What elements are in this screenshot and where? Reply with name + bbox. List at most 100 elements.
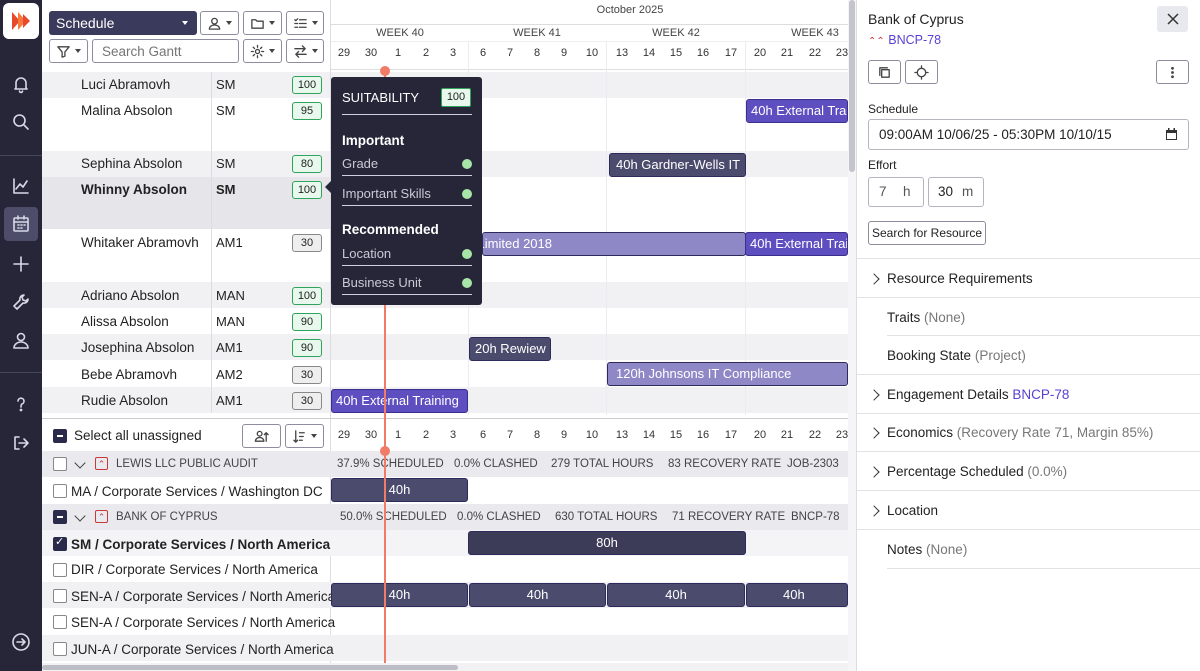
tooltip-criterion: Grade (342, 156, 472, 176)
booking-bar[interactable]: 120h Johnsons IT Compliance (607, 362, 848, 386)
group-header[interactable]: ⌃ BANK OF CYPRUS 50.0% SCHEDULED 0.0% CL… (42, 504, 848, 530)
day-tick: 15 (669, 429, 683, 441)
suitability-badge[interactable]: 30 (292, 392, 322, 410)
day-tick: 2 (422, 47, 430, 59)
requirement-label: DIR / Corporate Services / North America (71, 562, 318, 577)
sort-button[interactable] (285, 424, 324, 448)
suitability-badge[interactable]: 100 (292, 76, 322, 94)
chevron-down-icon[interactable] (74, 457, 86, 469)
day-tick: 3 (449, 429, 457, 441)
group-checkbox[interactable] (53, 457, 67, 471)
match-dot-icon (462, 189, 472, 199)
day-tick: 29 (337, 47, 351, 59)
suitability-badge[interactable]: 100 (292, 181, 322, 199)
bell-icon[interactable] (6, 69, 36, 99)
requirement-bar[interactable]: 40h (607, 583, 745, 607)
help-icon[interactable] (6, 389, 36, 419)
schedule-field[interactable]: 09:00AM 10/06/25 - 05:30PM 10/10/15 (868, 119, 1189, 150)
priority-icon: ⌃⌃ (868, 36, 885, 47)
day-tick: 21 (780, 47, 794, 59)
user-icon[interactable] (6, 325, 36, 355)
requirement-checkbox[interactable] (53, 642, 67, 656)
requirement-bar[interactable]: 40h (746, 583, 848, 607)
requirement-bar[interactable]: 40h (331, 478, 468, 502)
select-all-label: Select all unassigned (74, 428, 202, 443)
booking-bar[interactable]: 20h Rewiew (469, 337, 551, 361)
vertical-scrollbar[interactable] (848, 0, 856, 671)
close-button[interactable] (1157, 6, 1188, 32)
requirement-bar[interactable]: 80h (468, 531, 746, 555)
tooltip-arrow (325, 181, 331, 193)
chevron-right-icon (868, 505, 880, 517)
day-tick: 13 (615, 47, 629, 59)
suitability-badge[interactable]: 30 (292, 366, 322, 384)
day-ticks: 29 30 1 2 3 6 7 8 9 10 13 14 15 16 17 20 21 22 23 (0, 47, 848, 61)
panel-code-label: BNCP-78 (888, 33, 942, 47)
suitability-badge[interactable]: 80 (292, 155, 322, 173)
wrench-icon[interactable] (6, 287, 36, 317)
app-logo[interactable] (3, 3, 39, 39)
group-header[interactable]: ⌃ LEWIS LLC PUBLIC AUDIT 37.9% SCHEDULED… (42, 451, 848, 477)
group-clashed: 0.0% CLASHED (457, 511, 541, 523)
day-tick: 6 (479, 47, 487, 59)
suitability-badge[interactable]: 30 (292, 234, 322, 252)
section-label: Engagement Details BNCP-78 (887, 387, 1070, 402)
requirement-checkbox[interactable] (53, 615, 67, 629)
week-divider (606, 42, 607, 415)
suitability-badge[interactable]: 90 (292, 313, 322, 331)
effort-hours-field[interactable]: 7 h (868, 177, 924, 207)
requirement-checkbox[interactable] (53, 563, 67, 577)
booking-bar[interactable]: 40h External Training (331, 389, 468, 413)
column-divider (211, 72, 212, 413)
requirement-checkbox[interactable] (53, 589, 67, 603)
tooltip-score: 100 (441, 88, 471, 107)
suitability-badge[interactable]: 95 (292, 102, 322, 120)
resource-name: Whitaker Abramovh (81, 235, 199, 250)
match-dot-icon (462, 159, 472, 169)
more-options-button[interactable] (1156, 60, 1189, 84)
search-icon[interactable] (6, 107, 36, 137)
person-filter-button[interactable] (200, 11, 239, 35)
tooltip-section-heading: Recommended (342, 222, 439, 237)
view-select[interactable]: Schedule (49, 11, 197, 35)
requirement-checkbox[interactable]: ✓ (53, 536, 67, 551)
day-tick: 17 (724, 47, 738, 59)
assign-button[interactable] (242, 424, 281, 448)
requirement-bar[interactable]: 40h (469, 583, 606, 607)
today-marker (380, 446, 390, 456)
panel-code[interactable]: ⌃⌃ BNCP-78 (868, 33, 941, 47)
booking-bar[interactable]: 40h Gardner-Wells IT (609, 153, 746, 177)
list-options-button[interactable] (286, 11, 324, 35)
booking-bar[interactable]: 40h Kell Regs Limited 2018 (482, 232, 746, 256)
scrollbar-thumb[interactable] (849, 0, 855, 172)
week-divider (745, 42, 746, 415)
calendar-icon[interactable] (4, 207, 38, 241)
chevron-down-icon[interactable] (74, 510, 86, 522)
tooltip-criterion: Business Unit (342, 275, 472, 295)
tooltip-criterion: Important Skills (342, 186, 472, 206)
plus-icon[interactable] (6, 249, 36, 279)
analytics-icon[interactable] (6, 171, 36, 201)
effort-minutes-field[interactable]: 30 m (928, 177, 984, 207)
suitability-badge[interactable]: 90 (292, 339, 322, 357)
folder-filter-button[interactable] (243, 11, 282, 35)
booking-bar[interactable]: 40h External Training (745, 232, 848, 256)
booking-bar[interactable]: 40h External Training (746, 99, 848, 123)
resource-role: SM (216, 77, 236, 92)
select-all-checkbox[interactable] (53, 429, 67, 443)
copy-button[interactable] (868, 60, 901, 84)
booking-bar-label: 40h Kell Regs Limited 2018 (483, 236, 552, 251)
requirement-bar[interactable]: 40h (331, 583, 468, 607)
expand-rail-icon[interactable] (6, 627, 36, 657)
group-recovery: 83 RECOVERY RATE (668, 458, 782, 470)
horizontal-scrollbar[interactable] (42, 663, 848, 671)
requirement-checkbox[interactable] (53, 484, 67, 498)
search-resource-button[interactable]: Search for Resource (868, 221, 986, 245)
suitability-badge[interactable]: 100 (292, 287, 322, 305)
locate-button[interactable] (905, 60, 938, 84)
schedule-label: Schedule (868, 102, 919, 116)
group-checkbox[interactable] (53, 510, 67, 524)
scrollbar-thumb[interactable] (42, 665, 458, 670)
group-scheduled: 37.9% SCHEDULED (337, 458, 444, 470)
crosshair-icon (914, 64, 929, 80)
